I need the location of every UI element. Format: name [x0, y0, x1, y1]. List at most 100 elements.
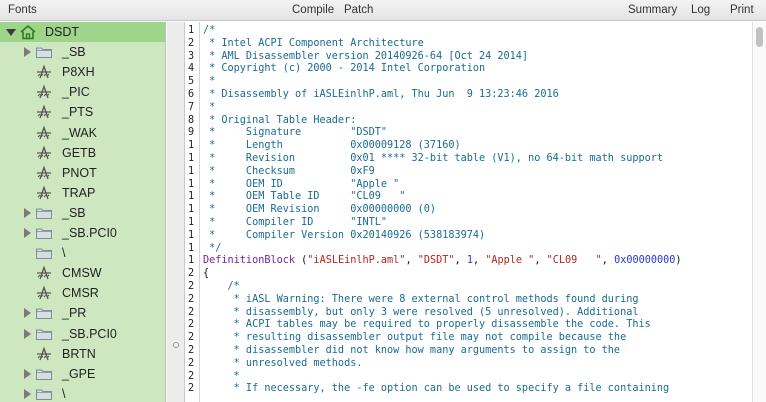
outline-item-label: P8XH — [62, 65, 95, 80]
code-token: , — [534, 255, 547, 267]
compile-button[interactable]: Compile — [292, 4, 334, 16]
code-line: 1 * OEM Table ID "CL09 " — [186, 191, 752, 204]
code-token: { — [203, 268, 210, 280]
disclosure-closed-icon[interactable] — [24, 228, 31, 238]
code-text: * OEM ID "Apple " — [203, 179, 399, 192]
disclosure-closed-icon[interactable] — [24, 47, 31, 58]
outline-item[interactable]: _GPE — [0, 364, 165, 384]
outline-item[interactable]: _WAK — [0, 123, 165, 143]
outline-item[interactable]: DSDT — [0, 22, 165, 42]
code-text: * If necessary, the -fe option can be us… — [203, 383, 669, 396]
outline-item[interactable]: _PTS — [0, 102, 165, 122]
outline-item[interactable]: \ — [0, 384, 165, 402]
code-text: * Revision 0x01 **** 32-bit table (V1), … — [203, 153, 663, 166]
code-text: * Compiler ID "INTL" — [203, 217, 387, 230]
disclosure-closed-icon[interactable] — [24, 368, 31, 379]
code-token: * Length 0x00009128 (37160) — [203, 140, 461, 152]
code-line: 1 DefinitionBlock ("iASLEinlhP.aml", "DSD… — [186, 255, 752, 268]
code-line: 1 * Checksum 0xF9 — [186, 166, 752, 179]
outline-item-label: BRTN — [62, 346, 96, 361]
summary-button[interactable]: Summary — [628, 4, 677, 16]
folder-icon — [35, 45, 53, 61]
method-icon — [35, 185, 53, 201]
disclosure-open-icon[interactable] — [6, 29, 16, 36]
code-line: 1 * Compiler ID "INTL" — [186, 217, 752, 230]
editor-vertical-scrollbar[interactable] — [752, 22, 766, 402]
folder-icon — [35, 226, 53, 242]
code-text: { — [203, 268, 209, 281]
outline-item[interactable]: _PIC — [0, 82, 165, 102]
code-line: 2 * disassembly, but only 3 were resolve… — [186, 307, 752, 320]
code-line: 3 * AML Disassembler version 20140926-64… — [186, 51, 752, 64]
disclosure-closed-icon[interactable] — [24, 207, 31, 218]
code-line: 1 * OEM ID "Apple " — [186, 179, 752, 192]
line-number: 2 — [188, 370, 195, 382]
outline-item[interactable]: PNOT — [0, 163, 165, 183]
code-token: * If necessary, the -fe option can be us… — [203, 383, 670, 395]
outline-item-label: _PR — [62, 306, 87, 321]
line-number: 5 — [188, 76, 195, 88]
line-number: 9 — [188, 127, 195, 139]
code-token: * Signature "DSDT" — [203, 127, 388, 139]
folder-icon — [35, 367, 53, 383]
outline-item[interactable]: TRAP — [0, 183, 165, 203]
outline-item[interactable]: GETB — [0, 143, 165, 163]
code-editor[interactable]: 1 /* 2 * Intel ACPI Component Architecture… — [186, 22, 752, 402]
code-text: * OEM Table ID "CL09 " — [203, 191, 405, 204]
code-line: 2 * If necessary, the -fe option can be … — [186, 383, 752, 396]
code-line: 1 /* — [186, 25, 752, 38]
print-button[interactable]: Print — [730, 4, 754, 16]
code-token: * ACPI tables may be required to properl… — [203, 319, 651, 331]
outline-item[interactable]: _SB — [0, 203, 165, 223]
log-button[interactable]: Log — [691, 4, 710, 16]
code-text: */ — [203, 243, 221, 256]
code-text: * AML Disassembler version 20140926-64 [… — [203, 51, 528, 64]
code-token: * — [203, 76, 216, 88]
divider-grip-icon[interactable] — [173, 342, 179, 348]
code-token: * resulting disassembler output file may… — [203, 332, 627, 344]
disclosure-closed-icon[interactable] — [24, 308, 31, 319]
folder-icon — [35, 206, 53, 222]
outline-item[interactable]: BRTN — [0, 344, 165, 364]
outline-item[interactable]: CMSW — [0, 263, 165, 283]
patch-button[interactable]: Patch — [344, 4, 373, 16]
outline-item[interactable]: _SB.PCI0 — [0, 324, 165, 344]
method-icon — [35, 285, 53, 301]
code-line: 8 * Original Table Header: — [186, 115, 752, 128]
code-line: 2 * iASL Warning: There were 8 external … — [186, 294, 752, 307]
code-text: * OEM Revision 0x00000000 (0) — [203, 204, 436, 217]
code-token: 0x00000000 — [614, 255, 676, 267]
code-token: * Compiler Version 0x20140926 (538183974… — [203, 229, 486, 241]
code-token: * OEM Revision 0x00000000 (0) — [203, 204, 437, 216]
code-token: , — [405, 255, 418, 267]
outline-item-label: CMSR — [62, 286, 99, 301]
fonts-button[interactable]: Fonts — [8, 4, 37, 16]
code-token: "CL09 " — [546, 255, 602, 267]
outline-item-label: _PIC — [62, 85, 90, 100]
line-number: 1 — [188, 165, 195, 177]
code-token: * Original Table Header: — [203, 114, 357, 126]
code-token: ( — [295, 255, 308, 267]
outline-item[interactable]: _PR — [0, 303, 165, 323]
code-line: 2 * disassembler did not know how many a… — [186, 345, 752, 358]
line-number: 1 — [188, 153, 195, 164]
code-token: * disassembly, but only 3 were resolved … — [203, 306, 639, 318]
outline-item[interactable]: _SB — [0, 42, 165, 62]
folder-icon — [35, 306, 53, 322]
disclosure-closed-icon[interactable] — [24, 388, 31, 399]
method-icon — [35, 165, 53, 181]
outline-item[interactable]: P8XH — [0, 62, 165, 82]
line-number: 1 — [188, 178, 195, 190]
line-number: 2 — [188, 383, 195, 395]
outline-item[interactable]: \ — [0, 243, 165, 263]
disclosure-closed-icon[interactable] — [24, 328, 31, 339]
outline-item[interactable]: _SB.PCI0 — [0, 223, 165, 243]
line-number: 2 — [188, 293, 195, 305]
toolbar: Fonts Compile Patch Summary Log Print — [0, 0, 766, 21]
outline-item-label: _SB.PCI0 — [62, 226, 117, 240]
outline-item[interactable]: CMSR — [0, 283, 165, 303]
split-view-divider[interactable] — [167, 22, 185, 402]
code-line: 7 * — [186, 102, 752, 115]
scrollbar-thumb[interactable] — [756, 27, 763, 47]
code-token: * — [203, 101, 216, 113]
